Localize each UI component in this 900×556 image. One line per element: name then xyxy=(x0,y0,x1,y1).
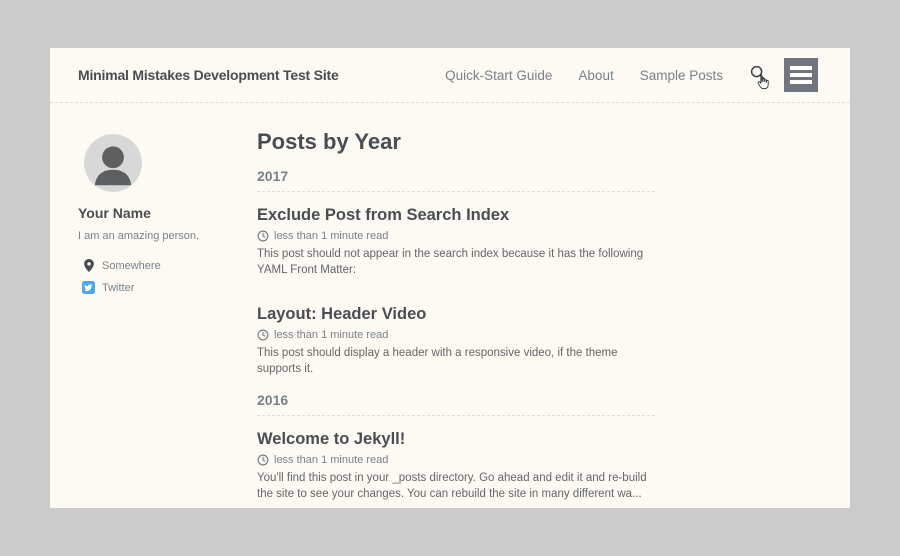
author-links: Somewhere Twitter xyxy=(78,259,257,294)
masthead-right: Quick-Start Guide About Sample Posts xyxy=(445,58,818,92)
primary-nav: Quick-Start Guide About Sample Posts xyxy=(445,68,723,83)
nav-link-quick-start-guide[interactable]: Quick-Start Guide xyxy=(445,68,552,83)
read-time-label: less than 1 minute read xyxy=(274,329,388,341)
post-item: Exclude Post from Search Index less than… xyxy=(257,205,655,278)
author-link-label: Somewhere xyxy=(102,260,161,272)
post-title-link[interactable]: Exclude Post from Search Index xyxy=(257,205,509,225)
author-name: Your Name xyxy=(78,205,257,221)
archive-main: Posts by Year 2017 Exclude Post from Sear… xyxy=(257,103,655,508)
post-title-link[interactable]: Welcome to Jekyll! xyxy=(257,429,405,449)
read-time-label: less than 1 minute read xyxy=(274,454,388,466)
hamburger-icon xyxy=(790,66,812,70)
person-avatar-icon xyxy=(78,134,257,192)
author-sidebar: Your Name I am an amazing person. Somewh… xyxy=(78,103,257,508)
author-link-label: Twitter xyxy=(102,282,134,294)
author-link-somewhere[interactable]: Somewhere xyxy=(82,259,257,272)
author-link-twitter[interactable]: Twitter xyxy=(82,281,257,294)
read-time-label: less than 1 minute read xyxy=(274,230,388,242)
post-read-time: less than 1 minute read xyxy=(257,329,655,341)
clock-icon xyxy=(257,454,269,466)
clock-icon xyxy=(257,329,269,341)
post-item: Welcome to Jekyll! less than 1 minute re… xyxy=(257,429,655,502)
nav-link-about[interactable]: About xyxy=(578,68,613,83)
author-bio: I am an amazing person. xyxy=(78,230,257,242)
year-heading-2017: 2017 xyxy=(257,168,655,192)
hamburger-menu-button[interactable] xyxy=(784,58,818,92)
post-excerpt: This post should display a header with a… xyxy=(257,345,655,377)
post-read-time: less than 1 minute read xyxy=(257,230,655,242)
site-title-link[interactable]: Minimal Mistakes Development Test Site xyxy=(78,67,339,83)
year-heading-2016: 2016 xyxy=(257,392,655,416)
archive: 2017 Exclude Post from Search Index less … xyxy=(257,168,655,508)
masthead: Minimal Mistakes Development Test Site Q… xyxy=(50,48,850,103)
post-item: Layout: Header Video less than 1 minute … xyxy=(257,304,655,377)
clock-icon xyxy=(257,230,269,242)
location-pin-icon xyxy=(82,259,95,272)
site-page: Minimal Mistakes Development Test Site Q… xyxy=(50,48,850,508)
post-read-time: less than 1 minute read xyxy=(257,454,655,466)
nav-link-sample-posts[interactable]: Sample Posts xyxy=(640,68,723,83)
post-excerpt: This post should not appear in the searc… xyxy=(257,246,655,278)
page-title: Posts by Year xyxy=(257,130,655,153)
twitter-icon xyxy=(82,281,95,294)
page-content: Your Name I am an amazing person. Somewh… xyxy=(50,103,850,508)
post-title-link[interactable]: Layout: Header Video xyxy=(257,304,426,324)
search-button[interactable] xyxy=(750,63,770,87)
post-excerpt: You'll find this post in your _posts dir… xyxy=(257,470,655,502)
